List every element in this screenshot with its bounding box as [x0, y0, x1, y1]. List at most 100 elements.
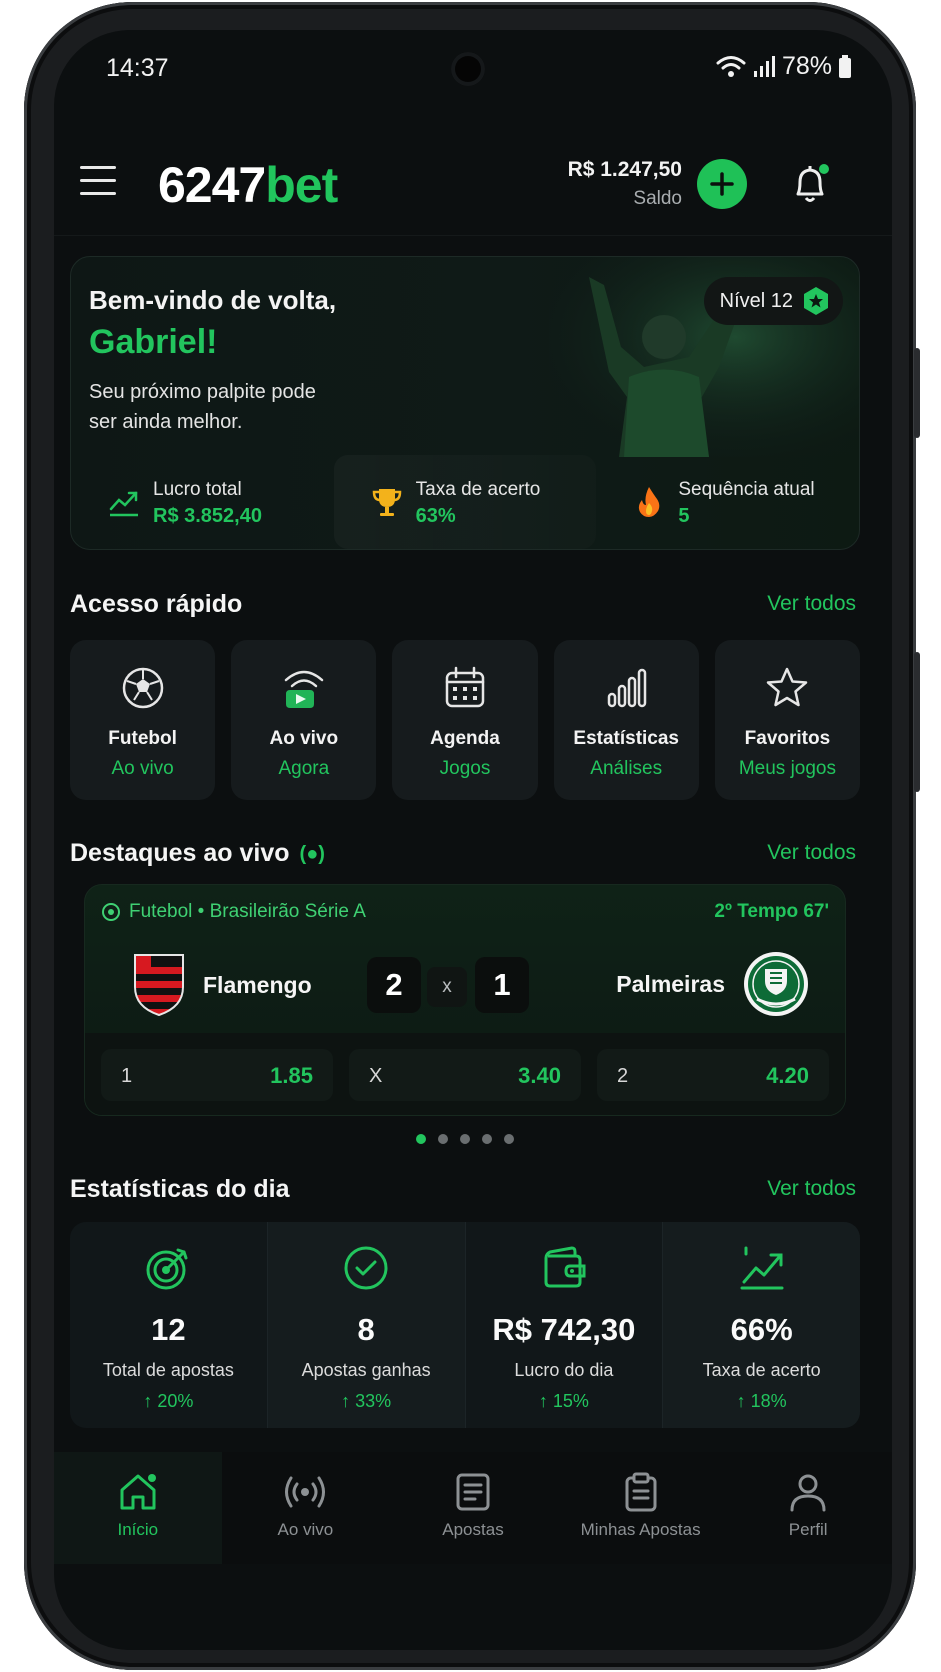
home-score: 2: [367, 957, 421, 1013]
odd-home[interactable]: 1 1.85: [101, 1049, 333, 1101]
app-screen: 14:37 78% 6247bet R$ 1.247,50 Saldo Bem-…: [54, 30, 892, 1650]
home-team: Flamengo: [133, 953, 312, 1017]
nav-label: Minhas Apostas: [580, 1520, 701, 1539]
quick-access-title: Acesso rápido: [70, 590, 243, 618]
day-stat-total-bets: 12 Total de apostas ↑ 20%: [70, 1222, 268, 1428]
odd-draw[interactable]: X 3.40: [349, 1049, 581, 1101]
quick-access-live[interactable]: Ao vivo Agora: [231, 640, 377, 800]
away-team: Palmeiras: [616, 951, 809, 1017]
nav-item-bets[interactable]: Apostas: [389, 1452, 557, 1564]
carousel-dot[interactable]: [416, 1134, 426, 1144]
day-stat-value: 66%: [730, 1312, 793, 1347]
welcome-stats: Lucro total R$ 3.852,40 Taxa de acerto 6…: [71, 455, 859, 549]
welcome-card: Bem-vindo de volta, Gabriel! Seu próximo…: [70, 256, 860, 550]
quick-access-sublabel: Meus jogos: [738, 758, 836, 779]
day-stat-value: 8: [357, 1312, 375, 1347]
status-icons: 78%: [716, 52, 852, 81]
day-stat-change: ↑ 18%: [736, 1391, 787, 1411]
live-target-icon: [102, 903, 120, 921]
quick-access-sublabel: Agora: [278, 758, 330, 779]
carousel-dot[interactable]: [460, 1134, 470, 1144]
front-camera: [451, 52, 485, 86]
level-star-icon: [804, 287, 828, 315]
day-stat-change: ↑ 33%: [341, 1391, 392, 1411]
quick-access-label: Agenda: [430, 728, 500, 749]
day-stat-label: Apostas ganhas: [301, 1360, 431, 1380]
carousel-dot[interactable]: [504, 1134, 514, 1144]
user-name: Gabriel!: [89, 323, 218, 361]
away-score: 1: [475, 957, 529, 1013]
nav-item-my-bets[interactable]: Minhas Apostas: [557, 1452, 725, 1564]
quick-access-sublabel: Jogos: [439, 758, 491, 779]
wifi-icon: [716, 55, 746, 77]
carousel-dot[interactable]: [438, 1134, 448, 1144]
odd-away[interactable]: 2 4.20: [597, 1049, 829, 1101]
balance-amount: R$ 1.247,50: [567, 158, 682, 181]
day-stat-label: Lucro do dia: [514, 1360, 614, 1380]
day-stat-label: Taxa de acerto: [702, 1360, 821, 1380]
target-icon: [146, 1248, 188, 1290]
signal-icon: [753, 55, 775, 77]
carousel-pagination: [70, 1134, 860, 1144]
quick-access-favorites[interactable]: Favoritos Meus jogos: [714, 640, 861, 800]
level-badge[interactable]: Nível 12: [703, 277, 843, 325]
quick-access-sublabel: Ao vivo: [111, 758, 174, 779]
match-period: 2º Tempo 67': [714, 901, 829, 922]
clipboard-icon: [625, 1472, 657, 1512]
live-see-all-link[interactable]: Ver todos: [767, 841, 856, 865]
nav-label: Ao vivo: [277, 1520, 334, 1539]
palmeiras-crest: [744, 952, 808, 1016]
home-team-name: Flamengo: [203, 971, 312, 998]
nav-item-home[interactable]: Início: [54, 1452, 222, 1564]
odd-value: 3.40: [518, 1063, 561, 1088]
status-time: 14:37: [106, 54, 169, 82]
logo-accent: bet: [265, 157, 338, 213]
quick-access-sublabel: Análises: [590, 758, 663, 779]
live-match-card[interactable]: Futebol • Brasileirão Série A 2º Tempo 6…: [84, 884, 846, 1116]
flamengo-crest: [134, 954, 184, 1017]
plus-icon: [710, 172, 734, 196]
odd-label: X: [369, 1065, 383, 1087]
check-circle-icon: [344, 1246, 388, 1290]
day-stat-daily-profit: R$ 742,30 Lucro do dia ↑ 15%: [466, 1222, 664, 1428]
status-bar: 14:37 78%: [54, 30, 892, 110]
day-stats-see-all-link[interactable]: Ver todos: [767, 1177, 856, 1201]
broadcast-icon: [285, 1476, 326, 1508]
trend-up-icon: [109, 491, 138, 517]
live-broadcast-icon: [284, 670, 324, 708]
stat-title: Sequência atual: [678, 479, 815, 500]
carousel-dot[interactable]: [482, 1134, 492, 1144]
balance-display[interactable]: R$ 1.247,50 Saldo: [568, 158, 682, 210]
add-funds-button[interactable]: [697, 159, 747, 209]
stat-title: Lucro total: [153, 479, 242, 500]
battery-icon: [839, 54, 851, 78]
day-stat-value: R$ 742,30: [492, 1312, 636, 1347]
quick-access-statistics[interactable]: Estatísticas Análises: [553, 640, 699, 800]
stat-value: R$ 3.852,40: [153, 505, 262, 527]
odd-label: 2: [617, 1065, 629, 1087]
quick-access-label: Ao vivo: [269, 728, 339, 749]
wallet-icon: [544, 1246, 586, 1288]
day-stats-card: 12 Total de apostas ↑ 20% 8 Apostas ganh…: [70, 1222, 860, 1428]
nav-label: Perfil: [788, 1520, 828, 1539]
quick-access-schedule[interactable]: Agenda Jogos: [392, 640, 538, 800]
day-stat-value: 12: [151, 1312, 186, 1347]
day-stat-label: Total de apostas: [102, 1360, 234, 1380]
bar-chart-icon: [607, 668, 647, 708]
app-logo[interactable]: 6247bet: [158, 156, 338, 214]
trophy-icon: [372, 489, 401, 516]
battery-percent: 78%: [781, 52, 832, 80]
welcome-message: Seu próximo palpite pode ser ainda melho…: [89, 381, 316, 433]
quick-access-football[interactable]: Futebol Ao vivo: [70, 640, 216, 800]
nav-item-profile[interactable]: Perfil: [724, 1452, 892, 1564]
notifications-button[interactable]: [790, 162, 830, 206]
nav-item-live[interactable]: Ao vivo: [222, 1452, 390, 1564]
live-highlights-label: Destaques ao vivo: [70, 839, 290, 867]
stat-hit-rate: Taxa de acerto 63%: [333, 455, 597, 549]
quick-access-see-all-link[interactable]: Ver todos: [767, 592, 856, 616]
menu-icon[interactable]: [80, 166, 116, 195]
day-stat-bets-won: 8 Apostas ganhas ↑ 33%: [267, 1222, 466, 1428]
quick-access-label: Futebol: [108, 728, 177, 749]
stat-value: 5: [678, 505, 690, 527]
balance-label: Saldo: [633, 188, 682, 209]
